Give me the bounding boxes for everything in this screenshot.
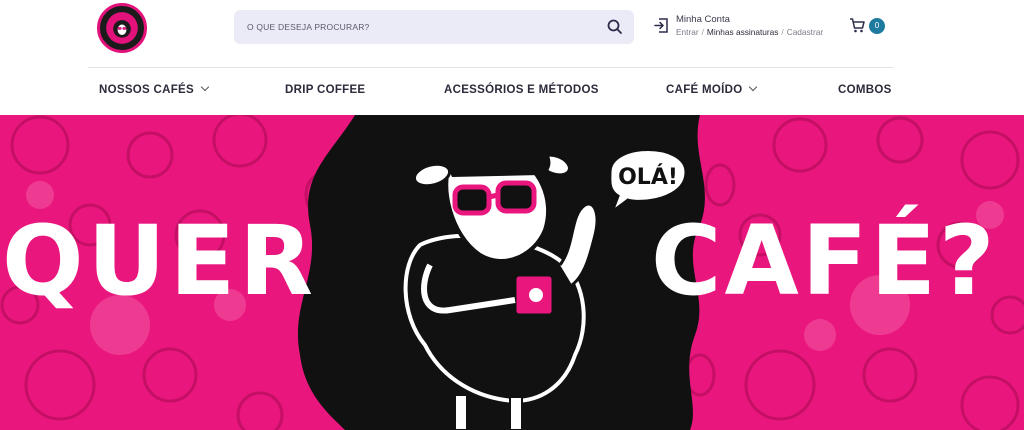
chevron-down-icon	[200, 82, 210, 92]
sheep-logo-icon	[100, 6, 144, 50]
login-icon[interactable]	[653, 17, 670, 34]
search-input[interactable]	[234, 10, 594, 44]
speech-bubble-text: OLÁ!	[618, 164, 678, 190]
nav-item-acessorios[interactable]: ACESSÓRIOS E MÉTODOS	[444, 84, 599, 96]
cart-icon	[850, 18, 865, 33]
search-icon	[607, 19, 622, 34]
nav-item-label: DRIP COFFEE	[285, 84, 366, 96]
subscriptions-link[interactable]: Minhas assinaturas	[707, 27, 778, 37]
nav-item-combos[interactable]: COMBOS	[838, 84, 892, 96]
site-header: Minha Conta Entrar/Minhas assinaturas/Ca…	[0, 0, 1024, 115]
cart-count-badge: 0	[869, 18, 885, 34]
link-separator: /	[701, 27, 704, 37]
brand-logo[interactable]	[97, 3, 147, 53]
nav-item-label: NOSSOS CAFÉS	[99, 84, 194, 96]
login-link[interactable]: Entrar	[676, 27, 699, 37]
hero-headline-right: CAFÉ?	[651, 205, 998, 317]
link-separator: /	[781, 27, 784, 37]
account-menu: Minha Conta Entrar / Minhas assinaturas / Ca…	[653, 14, 838, 42]
nav-item-cafe-moido[interactable]: CAFÉ MOÍDO	[666, 82, 758, 96]
nav-item-label: CAFÉ MOÍDO	[666, 84, 743, 96]
search-button[interactable]	[606, 18, 624, 36]
nav-item-label: COMBOS	[838, 84, 892, 96]
main-nav: NOSSOS CAFÉS DRIP COFFEE ACESSÓRIOS E MÉ…	[0, 68, 1024, 115]
register-link[interactable]: Cadastrar	[787, 27, 823, 37]
search-bar	[234, 10, 634, 44]
account-links: Entrar / Minhas assinaturas / Cadastrar	[676, 27, 823, 37]
nav-item-label: ACESSÓRIOS E MÉTODOS	[444, 84, 599, 96]
hero-headline-left: QUER	[2, 205, 318, 317]
cart-button[interactable]: 0	[849, 16, 889, 36]
chevron-down-icon	[749, 82, 758, 92]
hero-banner[interactable]: OLÁ! QUER CAFÉ?	[0, 115, 1024, 430]
nav-item-nossos-cafes[interactable]: NOSSOS CAFÉS	[99, 82, 210, 96]
account-title[interactable]: Minha Conta	[676, 14, 730, 25]
nav-item-drip-coffee[interactable]: DRIP COFFEE	[285, 84, 365, 96]
